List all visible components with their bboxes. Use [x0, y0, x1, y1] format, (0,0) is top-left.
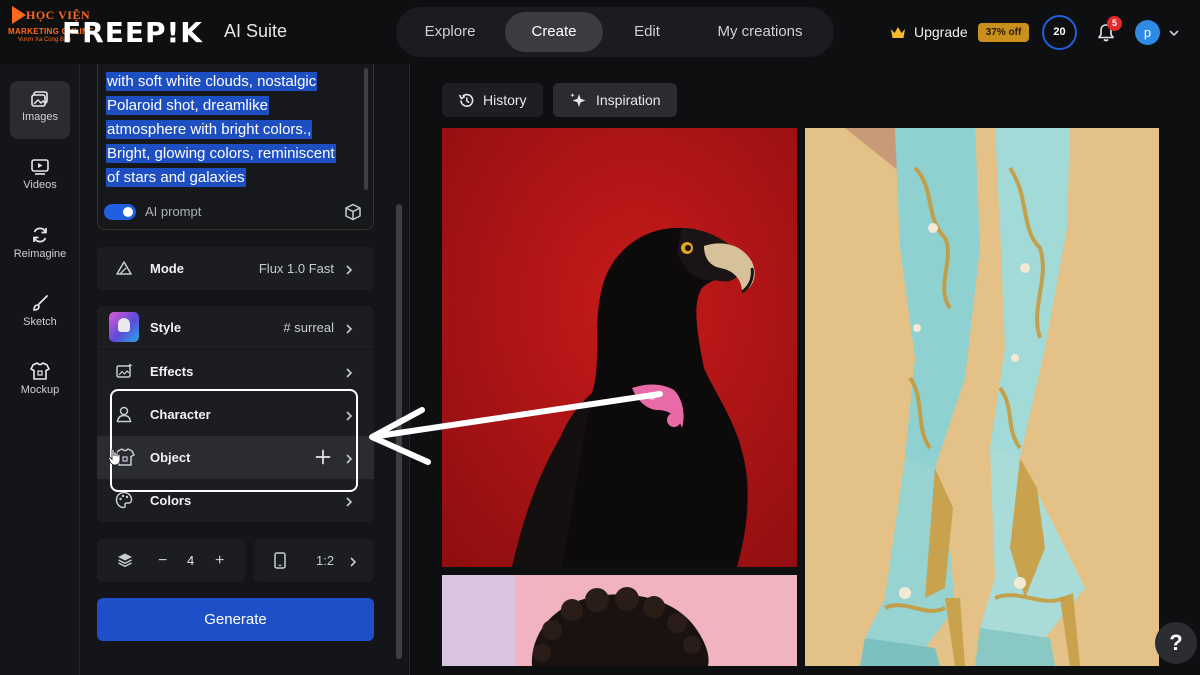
- chevron-right-icon: [344, 495, 354, 513]
- prompt-line: of stars and galaxies: [106, 168, 246, 187]
- cube-icon[interactable]: [344, 203, 362, 226]
- nav-tab-create[interactable]: Create: [505, 12, 603, 52]
- hand-cursor-icon: [108, 448, 122, 471]
- prompt-line: Polaroid shot, dreamlike: [106, 96, 269, 115]
- quantity-stepper: − 4 +: [97, 539, 245, 582]
- increment-button[interactable]: +: [215, 539, 224, 582]
- rail-item-reimagine[interactable]: Reimagine: [10, 216, 70, 274]
- style-thumbnail: [109, 312, 139, 342]
- prompt-text[interactable]: with soft white clouds, nostalgic Polaro…: [106, 70, 356, 190]
- prompt-line: with soft white clouds, nostalgic: [106, 72, 318, 91]
- rail-label: Mockup: [20, 384, 60, 396]
- top-bar: HỌC VIỆN MARKETING ONLINE Vươn Xa Cùng B…: [0, 0, 1200, 64]
- gallery-image-portrait[interactable]: [442, 575, 797, 666]
- rail-label: Images: [21, 111, 59, 123]
- nav-tab-explore[interactable]: Explore: [402, 12, 498, 52]
- inspiration-label: Inspiration: [596, 92, 661, 108]
- rail-item-sketch[interactable]: Sketch: [10, 284, 70, 342]
- tool-rail: Images Videos Reimagine Sketch Mockup: [0, 64, 80, 675]
- nav-tab-my-creations[interactable]: My creations: [692, 12, 828, 52]
- chevron-down-icon[interactable]: [1168, 26, 1180, 38]
- chevron-right-icon: [344, 263, 354, 281]
- style-selector[interactable]: Style # surreal: [97, 306, 374, 349]
- decrement-button[interactable]: −: [158, 539, 167, 582]
- quantity-value: 4: [187, 553, 195, 568]
- effects-selector[interactable]: Effects: [97, 350, 374, 393]
- mode-icon: [115, 259, 133, 282]
- crown-icon: [890, 26, 906, 39]
- inspiration-button[interactable]: Inspiration: [553, 83, 677, 117]
- ai-prompt-toggle[interactable]: [104, 204, 136, 220]
- upgrade-label: Upgrade: [914, 24, 968, 40]
- discount-badge: 37% off: [978, 23, 1029, 42]
- gallery-area: History Inspiration: [411, 64, 1200, 675]
- aspect-ratio-selector[interactable]: 1:2: [254, 539, 374, 582]
- video-icon: [31, 159, 49, 175]
- settings-panel: with soft white clouds, nostalgic Polaro…: [80, 64, 410, 675]
- rail-label: Sketch: [23, 316, 57, 328]
- prompt-scrollbar[interactable]: [364, 68, 368, 190]
- gallery-image-shoes[interactable]: [805, 128, 1159, 666]
- prompt-box[interactable]: with soft white clouds, nostalgic Polaro…: [97, 64, 374, 230]
- rail-item-videos[interactable]: Videos: [10, 149, 70, 207]
- ai-prompt-label: AI prompt: [145, 204, 202, 219]
- suite-label: AI Suite: [224, 21, 288, 41]
- history-icon: [458, 93, 474, 107]
- chevron-right-icon: [344, 366, 354, 384]
- highlight-annotation: [110, 389, 358, 492]
- layers-icon: [117, 552, 133, 573]
- aspect-ratio-value: 1:2: [316, 553, 335, 568]
- rail-item-images[interactable]: Images: [10, 81, 70, 139]
- shirt-icon: [30, 362, 50, 380]
- rail-item-mockup[interactable]: Mockup: [10, 352, 70, 410]
- rail-label: Reimagine: [13, 248, 67, 260]
- refresh-icon: [33, 227, 47, 243]
- effects-label: Effects: [150, 364, 194, 379]
- credits-counter[interactable]: 20: [1042, 15, 1077, 50]
- arrow-annotation: [369, 391, 663, 465]
- upgrade-button[interactable]: Upgrade: [890, 22, 968, 42]
- style-value: # surreal: [283, 320, 334, 335]
- style-label: Style: [150, 320, 182, 335]
- chevron-right-icon: [348, 555, 358, 573]
- mode-value: Flux 1.0 Fast: [258, 261, 334, 276]
- gallery-image-eagle[interactable]: [442, 128, 797, 567]
- notification-badge: 5: [1107, 16, 1122, 31]
- phone-icon: [274, 552, 286, 574]
- image-icon: [31, 91, 48, 107]
- chevron-right-icon: [344, 322, 354, 340]
- avatar[interactable]: p: [1135, 20, 1160, 45]
- sparkle-icon: [570, 92, 586, 107]
- prompt-line: Bright, glowing colors, reminiscent: [106, 144, 336, 163]
- help-button[interactable]: ?: [1155, 622, 1197, 664]
- brush-icon: [33, 295, 48, 311]
- prompt-line: atmosphere with bright colors.,: [106, 120, 313, 139]
- brand-logo[interactable]: FREEP!K: [62, 16, 203, 49]
- history-label: History: [483, 92, 527, 108]
- history-button[interactable]: History: [442, 83, 543, 117]
- generate-button[interactable]: Generate: [97, 598, 374, 641]
- main-nav: Explore Create Edit My creations: [396, 7, 834, 57]
- rail-label: Videos: [23, 179, 57, 191]
- effects-icon: [115, 362, 133, 385]
- play-icon: [12, 6, 26, 24]
- nav-tab-edit[interactable]: Edit: [610, 12, 684, 52]
- mode-selector[interactable]: Mode Flux 1.0 Fast: [97, 247, 374, 290]
- mode-label: Mode: [150, 261, 184, 276]
- palette-icon: [115, 491, 133, 514]
